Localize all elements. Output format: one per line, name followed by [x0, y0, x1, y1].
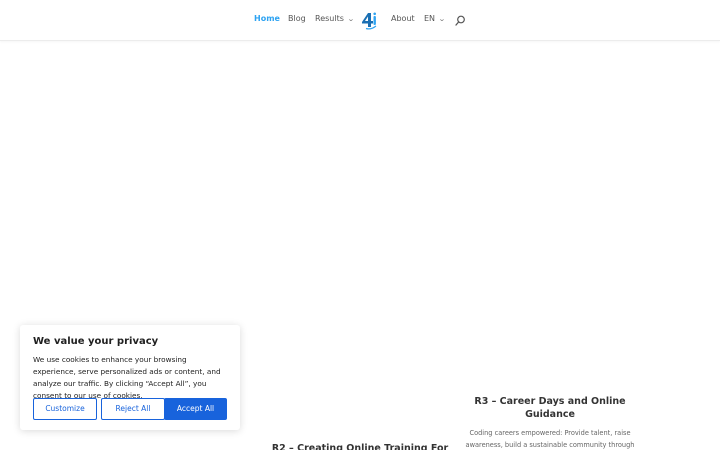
nav-language-label: EN — [424, 14, 436, 23]
cookie-consent-banner: We value your privacy We use cookies to … — [20, 325, 240, 430]
chevron-down-icon: ⌄ — [347, 15, 355, 23]
r2-card-title[interactable]: R2 – Creating Online Training For — [270, 442, 450, 450]
r3-title-line1: R3 – Career Days and Online — [474, 396, 626, 407]
nav-results-label: Results — [315, 14, 344, 23]
reject-all-button[interactable]: Reject All — [101, 398, 165, 420]
cookie-description: We use cookies to enhance your browsing … — [33, 355, 221, 400]
cookie-title: We value your privacy — [33, 336, 159, 347]
nav-blog-label: Blog — [288, 14, 306, 23]
nav-results[interactable]: Results ⌄ — [315, 14, 355, 23]
r3-text-line1: Coding careers empowered: Provide talent… — [469, 429, 631, 437]
chevron-down-icon: ⌄ — [438, 15, 446, 23]
search-icon[interactable] — [455, 15, 466, 26]
site-header: Home Blog Results ⌄ About EN ⌄ — [0, 0, 720, 41]
nav-blog[interactable]: Blog — [288, 14, 306, 23]
r3-text-line2: awareness, build a sustainable community… — [465, 441, 635, 449]
customize-button[interactable]: Customize — [33, 398, 97, 420]
nav-home[interactable]: Home — [254, 14, 280, 23]
r3-card-text: Coding careers empowered: Provide talent… — [462, 427, 638, 450]
r3-card-title[interactable]: R3 – Career Days and Online Guidance — [470, 395, 630, 421]
accept-all-button[interactable]: Accept All — [164, 398, 227, 420]
nav-about-label: About — [391, 14, 415, 23]
4i-logo-icon[interactable] — [360, 11, 378, 30]
r3-title-line2: Guidance — [525, 409, 575, 420]
nav-about[interactable]: About — [391, 14, 415, 23]
nav-language[interactable]: EN ⌄ — [424, 14, 446, 23]
r2-title-line1: R2 – Creating Online Training For — [271, 443, 449, 450]
nav-home-label: Home — [254, 14, 280, 23]
